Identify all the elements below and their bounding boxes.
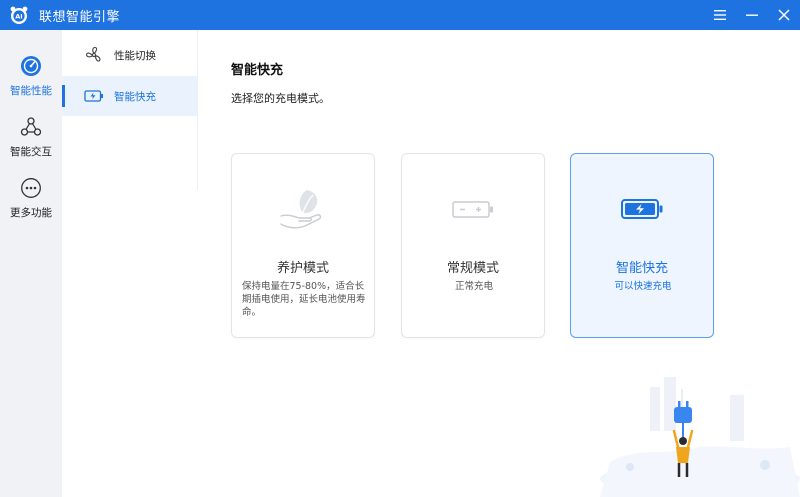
left-nav: 智能性能 智能交互 更多功能 xyxy=(0,30,62,497)
menu-button[interactable] xyxy=(704,0,736,30)
sub-nav: 性能切换 智能快充 xyxy=(62,30,198,190)
app-title: 联想智能引擎 xyxy=(39,9,121,25)
mode-card-name: 常规模式 xyxy=(446,261,499,276)
sub-item-label: 智能快充 xyxy=(114,90,156,103)
app-logo-icon: AI xyxy=(8,4,30,26)
interaction-icon xyxy=(19,115,43,139)
charging-illustration xyxy=(590,367,800,497)
fan-icon xyxy=(84,45,104,65)
title-bar: AI 联想智能引擎 xyxy=(0,0,800,30)
mode-card-name: 智能快充 xyxy=(615,261,668,276)
more-dots-icon xyxy=(19,176,43,200)
minimize-icon xyxy=(746,14,758,16)
svg-text:AI: AI xyxy=(15,13,22,21)
sub-item-label: 性能切换 xyxy=(114,49,156,62)
nav-item-smart-performance[interactable]: 智能性能 xyxy=(0,48,62,106)
close-button[interactable] xyxy=(768,0,800,30)
nav-item-smart-interaction[interactable]: 智能交互 xyxy=(0,109,62,167)
nav-item-label: 智能性能 xyxy=(10,85,52,97)
page-subtitle: 选择您的充电模式。 xyxy=(231,92,330,105)
close-icon xyxy=(778,9,790,21)
mode-card-fast-charge[interactable]: 智能快充 可以快速充电 xyxy=(570,153,714,338)
battery-fast-icon xyxy=(571,184,713,234)
mode-card-desc: 可以快速充电 xyxy=(614,281,672,292)
window-controls xyxy=(704,0,800,30)
leaf-hand-icon xyxy=(232,184,374,234)
hamburger-icon xyxy=(714,10,726,20)
speedometer-icon xyxy=(19,54,43,78)
battery-charge-icon xyxy=(84,86,104,106)
mode-card-desc: 正常充电 xyxy=(454,281,493,292)
minimize-button[interactable] xyxy=(736,0,768,30)
sub-item-smart-fast-charge[interactable]: 智能快充 xyxy=(62,76,197,116)
mode-card-normal[interactable]: 常规模式 正常充电 xyxy=(401,153,545,338)
mode-card-desc: 保持电量在75-80%，适合长期插电使用，延长电池使用寿命。 xyxy=(242,281,366,318)
nav-item-more-features[interactable]: 更多功能 xyxy=(0,170,62,228)
mode-card-care[interactable]: 养护模式 保持电量在75-80%，适合长期插电使用，延长电池使用寿命。 xyxy=(231,153,375,338)
page-title: 智能快充 xyxy=(231,63,284,78)
mode-card-name: 养护模式 xyxy=(276,261,329,276)
nav-item-label: 智能交互 xyxy=(10,146,52,158)
battery-normal-icon xyxy=(402,184,544,234)
nav-item-label: 更多功能 xyxy=(10,207,52,219)
sub-item-performance-switch[interactable]: 性能切换 xyxy=(62,35,197,75)
